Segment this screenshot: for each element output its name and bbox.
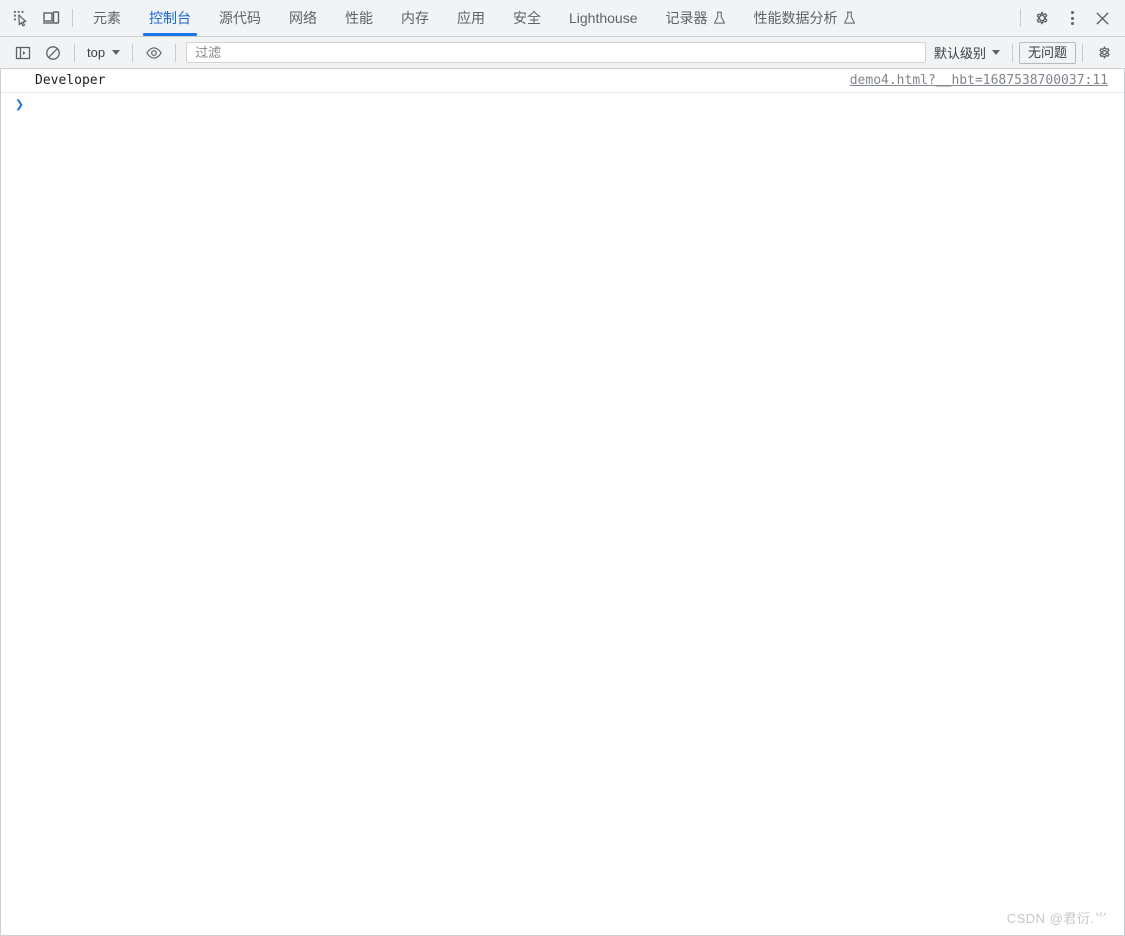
tabbar-right-tools [1014,0,1125,36]
tabbar-divider [72,9,73,27]
more-vertical-icon[interactable] [1057,4,1087,32]
tab-security[interactable]: 安全 [499,0,555,36]
tab-console[interactable]: 控制台 [135,0,205,36]
tab-label: 安全 [513,10,541,26]
tab-application[interactable]: 应用 [443,0,499,36]
toolbar-divider-3 [175,43,177,62]
devtools-tabbar: 元素 控制台 源代码 网络 性能 内存 应用 安全 Lighthouse 记录器… [0,0,1125,37]
device-toolbar-icon[interactable] [36,4,66,32]
log-levels-label: 默认级别 [933,46,986,61]
tab-performance-insights[interactable]: 性能数据分析 [740,0,870,36]
prompt-chevron-icon: ❯ [15,95,25,113]
tab-network[interactable]: 网络 [275,0,331,36]
console-settings-gear-icon[interactable] [1089,39,1119,67]
execution-context-value: top [87,45,106,60]
inspect-element-icon[interactable] [6,4,36,32]
tab-label: 记录器 [665,10,708,26]
tab-label: 内存 [401,10,429,26]
tab-label: 源代码 [219,10,261,26]
tab-label: Lighthouse [569,10,638,26]
beaker-icon [843,11,856,25]
tab-recorder[interactable]: 记录器 [652,0,740,36]
tab-label: 性能 [345,10,373,26]
tab-label: 控制台 [149,10,191,26]
console-message-text: Developer [35,73,106,88]
toolbar-divider-5 [1082,43,1083,62]
tab-performance[interactable]: 性能 [331,0,387,36]
tab-label: 网络 [289,10,317,26]
tab-elements[interactable]: 元素 [79,0,135,36]
tab-label: 元素 [93,10,121,26]
toolbar-divider-4 [1011,43,1013,62]
chevron-down-icon [991,50,1000,55]
console-message-source-link[interactable]: demo4.html?__hbt=1687538700037:11 [850,72,1108,89]
devtools-tabs: 元素 控制台 源代码 网络 性能 内存 应用 安全 Lighthouse 记录器… [79,0,1014,36]
tab-lighthouse[interactable]: Lighthouse [555,0,652,36]
devtools-window: 元素 控制台 源代码 网络 性能 内存 应用 安全 Lighthouse 记录器… [0,0,1125,936]
execution-context-dropdown[interactable]: top [81,43,126,62]
tab-sources[interactable]: 源代码 [205,0,275,36]
close-icon[interactable] [1087,4,1117,32]
more-dots [1070,11,1074,25]
live-expression-eye-icon[interactable] [139,39,169,67]
console-message-row[interactable]: Developer demo4.html?__hbt=1687538700037… [1,69,1124,93]
console-prompt-input[interactable] [32,96,1116,112]
clear-console-icon[interactable] [38,39,68,67]
toolbar-divider-2 [132,43,134,62]
tab-memory[interactable]: 内存 [387,0,443,36]
issues-button[interactable]: 无问题 [1018,41,1076,64]
toolbar-divider-1 [74,43,75,62]
csdn-watermark: CSDN @君衍.⺌ [1006,911,1108,926]
console-prompt-row[interactable]: ❯ [1,93,1124,120]
console-toolbar: top 默认级别 无问题 [0,37,1125,69]
tab-label: 性能数据分析 [753,10,838,26]
gear-icon[interactable] [1027,4,1057,32]
chevron-down-icon [112,50,121,55]
console-sidebar-icon[interactable] [8,39,38,67]
console-message-list[interactable]: Developer demo4.html?__hbt=1687538700037… [0,69,1125,936]
tabbar-left-tools [0,0,79,36]
log-levels-dropdown[interactable]: 默认级别 [928,41,1006,64]
tab-label: 应用 [457,10,485,26]
beaker-icon [713,11,726,25]
tabbar-divider-right [1020,9,1021,27]
filter-input[interactable] [186,42,926,63]
